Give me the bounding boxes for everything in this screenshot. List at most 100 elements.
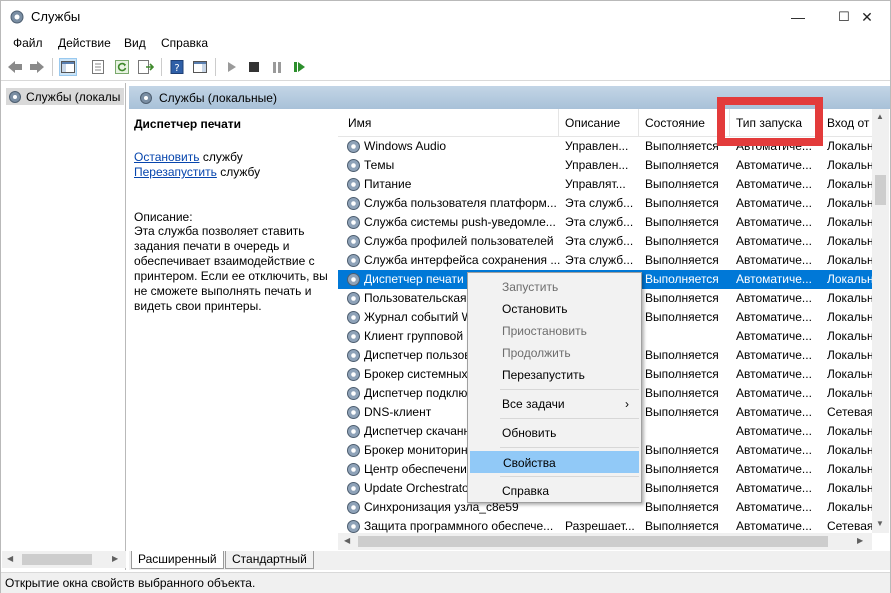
column-header-status[interactable]: Состояние	[639, 109, 730, 137]
menu-item-all-tasks[interactable]: Все задачи ›	[470, 393, 639, 415]
service-gear-icon	[346, 329, 361, 344]
export-list-button[interactable]	[137, 58, 155, 76]
stop-icon	[249, 62, 259, 72]
row-status: Выполняется	[645, 443, 719, 457]
row-logon: Локальн	[827, 481, 872, 495]
scrollbar-thumb[interactable]	[22, 554, 92, 565]
row-startup-type: Автоматиче...	[736, 462, 812, 476]
tab-standard[interactable]: Стандартный	[225, 551, 314, 569]
row-startup-type: Автоматиче...	[736, 519, 812, 533]
scroll-up-icon[interactable]: ▲	[876, 112, 884, 121]
menu-action[interactable]: Действие	[58, 36, 111, 50]
minimize-button[interactable]: —	[775, 1, 821, 33]
column-header-description[interactable]: Описание	[559, 109, 639, 137]
row-logon: Локальн	[827, 253, 872, 267]
menu-separator	[500, 418, 639, 419]
stop-service-button[interactable]	[245, 58, 263, 76]
row-logon: Локальн	[827, 215, 872, 229]
menu-view[interactable]: Вид	[124, 36, 146, 50]
scroll-down-icon[interactable]: ▼	[876, 519, 884, 528]
menu-item-resume[interactable]: Продолжить	[470, 342, 639, 364]
row-startup-type: Автоматиче...	[736, 329, 812, 343]
submenu-arrow-icon: ›	[625, 397, 629, 411]
service-gear-icon	[346, 424, 361, 439]
service-gear-icon	[346, 367, 361, 382]
row-status: Выполняется	[645, 386, 719, 400]
table-row[interactable]: Служба профилей пользователей Эта служб..…	[338, 232, 872, 251]
action-pane-icon	[193, 61, 207, 73]
list-vertical-scrollbar[interactable]: ▲ ▼	[872, 109, 889, 533]
scroll-left-icon[interactable]: ◀	[7, 554, 13, 563]
pause-icon	[273, 61, 281, 73]
table-row[interactable]: Служба пользователя платформ... Эта служб…	[338, 194, 872, 213]
row-logon: Локальн	[827, 177, 872, 191]
table-row[interactable]: Защита программного обеспече... Разрешает…	[338, 517, 872, 533]
play-icon	[228, 62, 236, 72]
row-startup-type: Автоматиче...	[736, 348, 812, 362]
forward-button[interactable]	[28, 58, 46, 76]
close-button[interactable]: ✕	[844, 1, 890, 33]
service-gear-icon	[346, 158, 361, 173]
row-status: Выполняется	[645, 291, 719, 305]
menu-item-pause[interactable]: Приостановить	[470, 320, 639, 342]
table-row[interactable]: Windows Audio Управлен... Выполняется Автом…	[338, 137, 872, 156]
menu-item-stop[interactable]: Остановить	[470, 298, 639, 320]
scrollbar-thumb[interactable]	[358, 536, 828, 547]
help-toolbar-button[interactable]: ?	[168, 58, 186, 76]
row-status: Выполняется	[645, 139, 719, 153]
services-window: Службы — ☐ ✕ Файл Действие Вид Справка ?…	[0, 0, 891, 593]
row-description: Эта служб...	[565, 253, 634, 267]
column-header-label: Вход от и	[827, 116, 872, 130]
status-text: Открытие окна свойств выбранного объекта…	[5, 576, 256, 590]
scroll-right-icon[interactable]: ▶	[857, 536, 863, 545]
row-name: Защита программного обеспече...	[364, 519, 554, 533]
row-startup-type: Автоматиче...	[736, 424, 812, 438]
row-status	[645, 422, 733, 441]
row-status: Выполняется	[645, 481, 719, 495]
start-service-button[interactable]	[223, 58, 241, 76]
properties-toolbar-button[interactable]	[89, 58, 107, 76]
table-row[interactable]: Темы Управлен... Выполняется Автоматиче... Л…	[338, 156, 872, 175]
menu-item-help[interactable]: Справка	[470, 480, 639, 502]
console-tree: Службы (локалы	[2, 83, 126, 570]
restart-service-button[interactable]	[291, 58, 309, 76]
list-horizontal-scrollbar[interactable]: ◀ ▶	[338, 533, 872, 550]
row-name: Служба профилей пользователей	[364, 234, 554, 248]
menu-item-properties[interactable]: Свойства	[470, 451, 639, 473]
column-header-logon[interactable]: Вход от и	[821, 109, 872, 137]
refresh-toolbar-button[interactable]	[113, 58, 131, 76]
restart-service-link[interactable]: Перезапустить	[134, 165, 217, 179]
context-menu: Запустить Остановить Приостановить Продо…	[467, 272, 642, 503]
menu-item-start[interactable]: Запустить	[470, 276, 639, 298]
column-header-startup-type[interactable]: Тип запуска	[730, 109, 821, 137]
export-list-icon	[138, 60, 154, 74]
table-row[interactable]: Служба системы push-уведомле... Эта служб…	[338, 213, 872, 232]
show-hide-tree-button[interactable]	[59, 58, 77, 76]
tree-item-services[interactable]: Службы (локалы	[6, 88, 124, 105]
back-button[interactable]	[6, 58, 24, 76]
back-arrow-icon	[8, 61, 22, 73]
menu-item-restart[interactable]: Перезапустить	[470, 364, 639, 386]
service-gear-icon	[346, 215, 361, 230]
show-action-pane-button[interactable]	[191, 58, 209, 76]
row-status: Выполняется	[645, 310, 719, 324]
row-status: Выполняется	[645, 405, 719, 419]
scroll-right-icon[interactable]: ▶	[112, 554, 118, 563]
menu-item-refresh[interactable]: Обновить	[470, 422, 639, 444]
table-row[interactable]: Питание Управлят... Выполняется Автоматиче.…	[338, 175, 872, 194]
menu-file[interactable]: Файл	[13, 36, 43, 50]
row-description: Управлят...	[565, 177, 626, 191]
menu-help[interactable]: Справка	[161, 36, 208, 50]
pause-service-button[interactable]	[268, 58, 286, 76]
scrollbar-thumb[interactable]	[875, 175, 886, 205]
row-logon: Сетевая	[827, 519, 872, 533]
column-header-name[interactable]: Имя	[338, 109, 559, 137]
row-startup-type: Автоматиче...	[736, 139, 812, 153]
row-startup-type: Автоматиче...	[736, 196, 812, 210]
scroll-left-icon[interactable]: ◀	[344, 536, 350, 545]
tab-extended[interactable]: Расширенный	[131, 551, 224, 569]
table-row[interactable]: Служба интерфейса сохранения ... Эта служ…	[338, 251, 872, 270]
stop-action-line: Остановить службу	[134, 150, 243, 164]
stop-service-link[interactable]: Остановить	[134, 150, 200, 164]
tree-horizontal-scrollbar[interactable]: ◀ ▶	[2, 551, 126, 568]
